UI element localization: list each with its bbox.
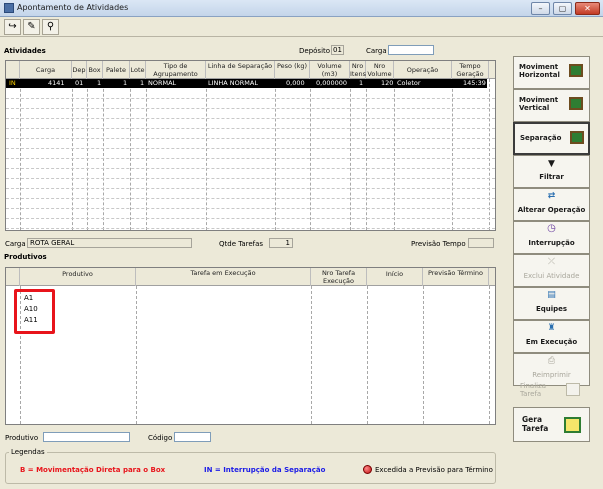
team-icon: ▤ — [547, 290, 556, 300]
operacao-cell: Coletor — [397, 79, 421, 87]
minimize-button[interactable]: – — [531, 2, 550, 15]
document-icon — [566, 383, 580, 396]
highlight-box — [14, 289, 55, 334]
col-produtivo[interactable]: Produtivo — [20, 268, 136, 286]
col-nro-volume[interactable]: Nro Volume — [366, 61, 394, 79]
separacao-button[interactable]: Separação — [513, 122, 590, 155]
col-linha-separacao[interactable]: Linha de Separação — [206, 61, 275, 79]
produtivo-footer-label: Produtivo — [5, 434, 39, 442]
col-dep[interactable]: Dep — [72, 61, 87, 79]
itens-cell: 1 — [359, 79, 364, 87]
worker-icon: ♜ — [547, 323, 556, 333]
col-tarefa-execucao[interactable]: Tarefa em Execução — [136, 268, 311, 286]
col-indicator — [6, 268, 20, 286]
volume-cell: 0,000000 — [316, 79, 348, 87]
lote-cell: 1 — [140, 79, 145, 87]
equipes-button[interactable]: ▤ Equipes — [513, 287, 590, 320]
maximize-button[interactable]: ▢ — [553, 2, 572, 15]
produtivos-title: Produtivos — [4, 253, 47, 261]
nvolume-cell: 120 — [381, 79, 394, 87]
col-peso[interactable]: Peso (kg) — [275, 61, 310, 79]
peso-cell: 0,000 — [286, 79, 305, 87]
produtivos-table-header: Produtivo Tarefa em Execução Nro Tarefa … — [6, 268, 495, 286]
pallet-icon — [569, 64, 583, 77]
col-nro-itens[interactable]: Nro Itens — [350, 61, 366, 79]
app-icon — [4, 3, 14, 13]
carga-info-field: ROTA GERAL — [27, 238, 192, 248]
carga-filter-label: Carga — [366, 47, 387, 55]
previsao-tempo-field — [468, 238, 494, 248]
legend-item-b: B = Movimentação Direta para o Box — [20, 466, 166, 474]
window-title: Apontamento de Atividades — [17, 3, 129, 12]
produtivo-field[interactable] — [43, 432, 130, 442]
enter-icon[interactable]: ↪ — [4, 19, 21, 35]
previsao-tempo-label: Previsão Tempo — [411, 240, 466, 248]
carga-filter-field[interactable] — [388, 45, 434, 55]
col-carga[interactable]: Carga — [20, 61, 72, 79]
close-button[interactable]: ✕ — [575, 2, 600, 15]
filtrar-button[interactable]: ▼ Filtrar — [513, 155, 590, 188]
col-palete[interactable]: Palete — [103, 61, 130, 79]
col-lote[interactable]: Lote — [130, 61, 146, 79]
tipo-cell: NORMAL — [148, 79, 177, 87]
col-volume[interactable]: Volume (m3) — [310, 61, 350, 79]
codigo-field[interactable] — [174, 432, 211, 442]
delete-icon: ⤫ — [547, 257, 556, 267]
atividades-table[interactable]: Carga Dep Box Palete Lote Tipo de Agrupa… — [5, 60, 496, 231]
moviment-vertical-button[interactable]: Moviment Vertical — [513, 89, 590, 122]
atividades-title: Atividades — [4, 47, 46, 55]
interrupcao-button[interactable]: ◷ Interrupção — [513, 221, 590, 254]
funnel-icon: ▼ — [548, 159, 555, 169]
box-cell: 1 — [97, 79, 102, 87]
alterar-operacao-button[interactable]: ⇄ Alterar Operação — [513, 188, 590, 221]
col-box[interactable]: Box — [87, 61, 103, 79]
clock-icon: ◷ — [547, 223, 556, 234]
swap-icon: ⇄ — [547, 191, 556, 201]
pallet-icon — [570, 131, 584, 144]
linha-cell: LINHA NORMAL — [208, 79, 258, 87]
red-dot-icon — [363, 465, 372, 474]
carga-cell: 4141 — [48, 79, 65, 87]
pallet-icon — [569, 97, 583, 110]
clipboard-icon — [564, 417, 581, 433]
col-tempo-geracao[interactable]: Tempo Geração — [452, 61, 489, 79]
pencil-icon[interactable]: ✎ — [23, 19, 40, 35]
col-previsao-termino[interactable]: Previsão Término — [423, 268, 489, 286]
col-status — [6, 61, 20, 79]
deposito-label: Depósito — [299, 47, 331, 55]
qtde-tarefas-label: Qtde Tarefas — [219, 240, 264, 248]
gera-tarefa-button[interactable]: Gera Tarefa — [513, 407, 590, 442]
qtde-tarefas-field: 1 — [269, 238, 293, 248]
col-inicio[interactable]: Início — [367, 268, 423, 286]
binoculars-icon[interactable]: ⚲ — [42, 19, 59, 35]
legend-item-in: IN = Interrupção da Separação — [204, 466, 326, 474]
dep-cell: 01 — [75, 79, 84, 87]
col-nro-tarefa[interactable]: Nro Tarefa Execução — [311, 268, 367, 286]
legend-title: Legendas — [9, 448, 47, 456]
deposito-field[interactable]: 01 — [331, 45, 344, 55]
tempo-cell: 145:39 — [463, 79, 486, 87]
finaliza-tarefa-button[interactable]: Finaliza Tarefa — [513, 372, 590, 407]
em-execucao-button[interactable]: ♜ Em Execução — [513, 320, 590, 353]
print-icon: ⎙ — [547, 356, 556, 366]
status-cell: IN — [9, 79, 16, 87]
palete-cell: 1 — [123, 79, 128, 87]
table-row[interactable]: IN 4141 01 1 1 1 NORMAL LINHA NORMAL 0,0… — [6, 79, 487, 88]
toolbar: ↪ ✎ ⚲ — [0, 17, 603, 37]
moviment-horizontal-button[interactable]: Moviment Horizontal — [513, 56, 590, 89]
col-operacao[interactable]: Operação — [394, 61, 452, 79]
title-bar: Apontamento de Atividades – ▢ ✕ — [0, 0, 603, 17]
carga-info-label: Carga — [5, 240, 26, 248]
exclui-atividade-button[interactable]: ⤫ Exclui Atividade — [513, 254, 590, 287]
produtivos-table[interactable]: Produtivo Tarefa em Execução Nro Tarefa … — [5, 267, 496, 425]
col-tipo-agrupamento[interactable]: Tipo de Agrupamento — [146, 61, 206, 79]
codigo-label: Código — [148, 434, 173, 442]
atividades-table-header: Carga Dep Box Palete Lote Tipo de Agrupa… — [6, 61, 495, 79]
legend-item-excedida: Excedida a Previsão para Término — [375, 466, 493, 474]
